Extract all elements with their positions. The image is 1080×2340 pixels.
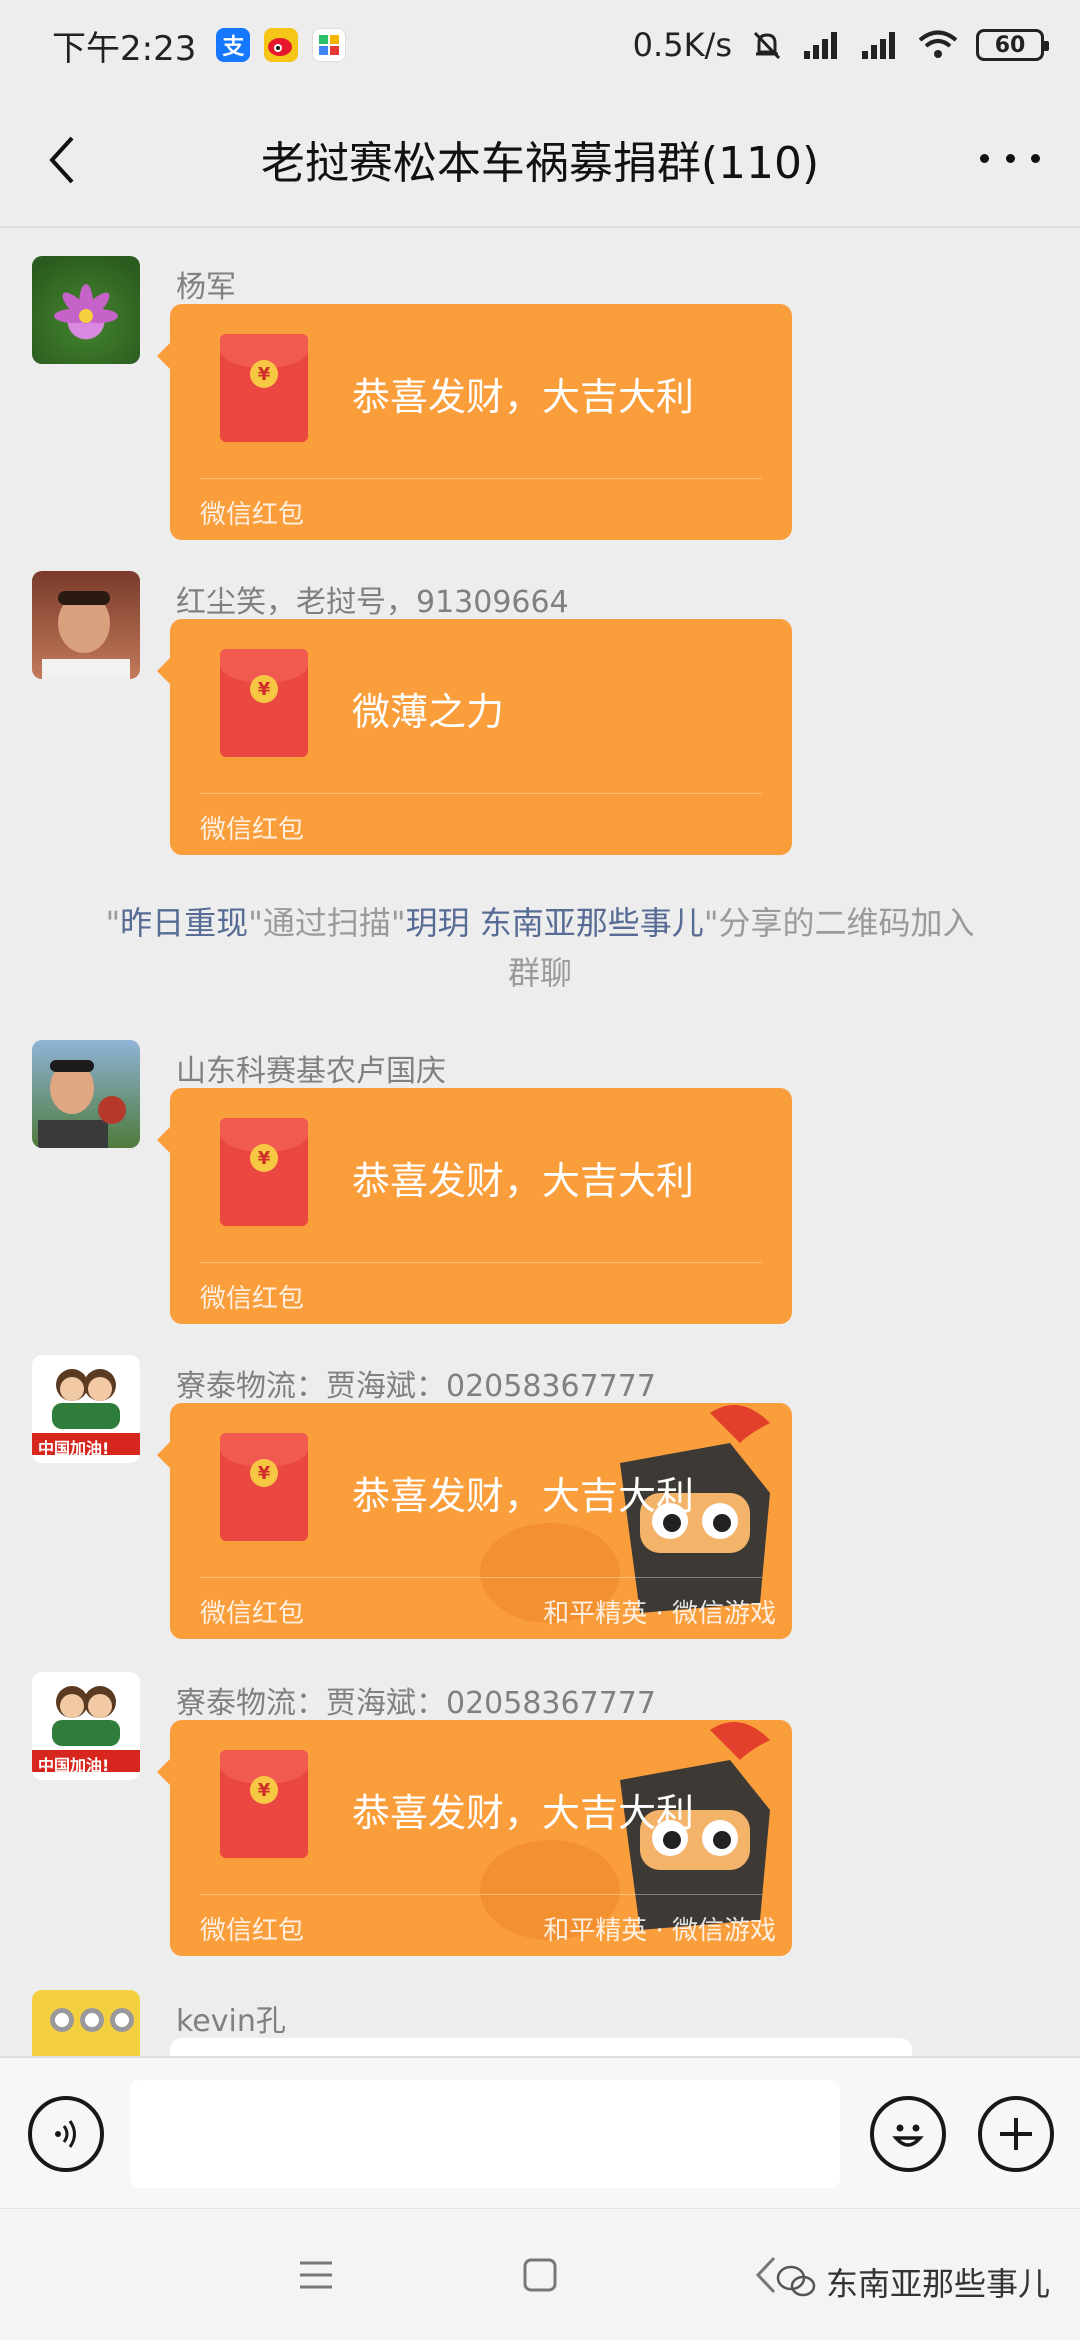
wifi-icon	[918, 30, 958, 58]
status-time: 下午2:23	[52, 28, 197, 69]
packet-divider	[200, 478, 762, 479]
avatar[interactable]	[32, 256, 140, 364]
packet-label: 微信红包	[200, 500, 305, 530]
packet-label: 微信红包	[200, 1284, 305, 1314]
chat-title: 老挝赛松本车祸募捐群(110)	[260, 138, 820, 189]
alipay-icon: 支	[216, 28, 251, 62]
sender-name: 寮泰物流：贾海斌：02058367777	[176, 1369, 656, 1404]
sender-name: kevin孔	[176, 2004, 286, 2039]
chat-header: 老挝赛松本车祸募捐群(110)	[0, 90, 1080, 228]
packet-wish: 恭喜发财，大吉大利	[352, 1159, 695, 1203]
back-nav-icon[interactable]	[754, 2255, 778, 2295]
net-speed: 0.5K/s	[632, 26, 732, 64]
avatar[interactable]	[32, 571, 140, 679]
voice-input-icon[interactable]	[28, 2096, 104, 2172]
red-packet[interactable]: ¥ 恭喜发财，大吉大利 微信红包 和平精英 · 微信游戏	[170, 1403, 792, 1639]
app-icon	[312, 28, 347, 62]
bubble-tail	[157, 342, 171, 370]
message-bubble[interactable]	[170, 2038, 912, 2056]
message-input[interactable]	[130, 2080, 840, 2188]
emoji-icon[interactable]	[870, 2096, 946, 2172]
packet-brand: 和平精英 · 微信游戏	[543, 1916, 776, 1946]
chat-input-bar	[0, 2056, 1080, 2208]
avatar[interactable]	[32, 1990, 140, 2056]
packet-label: 微信红包	[200, 1916, 305, 1946]
avatar[interactable]: 中国加油!	[32, 1355, 140, 1463]
packet-wish: 恭喜发财，大吉大利	[352, 375, 695, 419]
sender-name: 寮泰物流：贾海斌：02058367777	[176, 1686, 656, 1721]
watermark: 东南亚那些事儿	[776, 2259, 1050, 2305]
avatar[interactable]: 中国加油!	[32, 1672, 140, 1780]
home-nav-icon[interactable]	[522, 2257, 558, 2293]
watermark-text: 东南亚那些事儿	[825, 2265, 1050, 2303]
system-join-notice: "昨日重现"通过扫描"玥玥 东南亚那些事儿"分享的二维码加入群聊	[90, 898, 990, 998]
red-envelope-icon: ¥	[220, 334, 308, 442]
signal-hd-icon	[862, 32, 895, 59]
battery-indicator: 60	[976, 29, 1049, 61]
sender-name: 红尘笑，老挝号，91309664	[176, 585, 569, 620]
packet-wish: 微薄之力	[352, 690, 505, 734]
packet-divider	[200, 1262, 762, 1263]
system-nav-bar: 东南亚那些事儿	[0, 2208, 1080, 2340]
bubble-tail	[157, 1126, 171, 1154]
sender-name: 山东科赛基农卢国庆	[176, 1054, 446, 1089]
avatar-badge: 中国加油!	[38, 1756, 110, 1775]
status-bar: 下午2:23 支 0.5K/s 60	[0, 0, 1080, 90]
red-packet[interactable]: ¥ 微薄之力 微信红包	[170, 619, 792, 855]
mute-bell-icon	[753, 31, 781, 60]
menu-nav-icon[interactable]	[298, 2259, 334, 2291]
packet-divider	[200, 1577, 762, 1578]
red-envelope-icon: ¥	[220, 1118, 308, 1226]
avatar[interactable]	[32, 1040, 140, 1148]
red-packet[interactable]: ¥ 恭喜发财，大吉大利 微信红包	[170, 1088, 792, 1324]
header-divider	[0, 226, 1080, 228]
message-item: kevin孔	[0, 1990, 1080, 2056]
packet-divider	[200, 1894, 762, 1895]
red-envelope-icon: ¥	[220, 1433, 308, 1541]
packet-divider	[200, 793, 762, 794]
joined-user-link[interactable]: 昨日重现	[120, 904, 248, 942]
red-envelope-icon: ¥	[220, 1750, 308, 1858]
notice-text: "通过扫描"	[248, 904, 406, 942]
weibo-icon	[264, 28, 299, 62]
red-envelope-icon: ¥	[220, 649, 308, 757]
wechat-icon	[776, 2265, 816, 2297]
notice-text: "	[105, 904, 121, 942]
signal-icon	[804, 32, 837, 59]
add-plus-icon[interactable]	[978, 2096, 1054, 2172]
packet-brand: 和平精英 · 微信游戏	[543, 1599, 776, 1629]
sender-name: 杨军	[176, 270, 236, 305]
inviter-link[interactable]: 玥玥 东南亚那些事儿	[406, 904, 704, 942]
bubble-tail	[157, 1441, 171, 1469]
red-packet[interactable]: ¥ 恭喜发财，大吉大利 微信红包 和平精英 · 微信游戏	[170, 1720, 792, 1956]
packet-wish: 恭喜发财，大吉大利	[352, 1474, 695, 1518]
bubble-tail	[157, 657, 171, 685]
bubble-tail	[157, 1758, 171, 1786]
more-options-icon[interactable]	[980, 146, 1040, 170]
avatar-badge: 中国加油!	[38, 1439, 110, 1458]
packet-label: 微信红包	[200, 815, 305, 845]
red-packet[interactable]: ¥ 恭喜发财，大吉大利 微信红包	[170, 304, 792, 540]
packet-label: 微信红包	[200, 1599, 305, 1629]
packet-wish: 恭喜发财，大吉大利	[352, 1791, 695, 1835]
back-arrow-icon[interactable]	[34, 130, 94, 190]
